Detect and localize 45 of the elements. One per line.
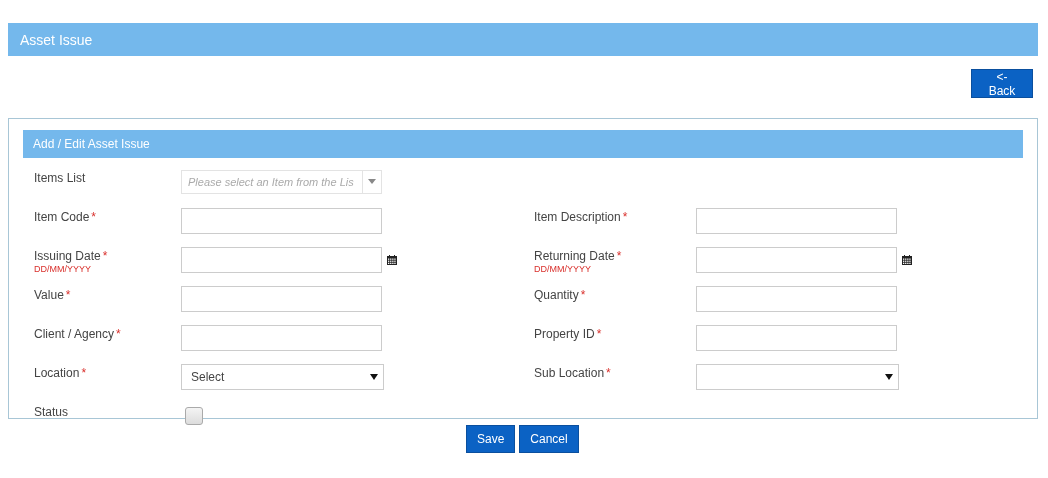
required-mark: * xyxy=(91,210,97,224)
select-dropdown[interactable] xyxy=(696,363,899,390)
field-label: Client / Agency xyxy=(34,327,115,341)
input-field[interactable] xyxy=(696,285,897,312)
field-label: Item Description xyxy=(534,210,621,224)
field-label: Issuing Date xyxy=(34,249,101,263)
select-dropdown[interactable]: Select xyxy=(181,363,384,390)
required-mark: * xyxy=(616,249,622,263)
input-field[interactable] xyxy=(696,324,897,351)
form-title: Add / Edit Asset Issue xyxy=(33,137,150,151)
field-label: Property ID xyxy=(534,327,595,341)
required-mark: * xyxy=(81,366,87,380)
required-mark: * xyxy=(580,288,586,302)
input-field[interactable] xyxy=(696,207,897,234)
status-checkbox[interactable] xyxy=(185,406,203,425)
required-mark: * xyxy=(606,366,611,380)
calendar-icon[interactable] xyxy=(902,254,912,265)
date-field[interactable] xyxy=(181,246,382,273)
date-format-hint: DD/MM/YYYY xyxy=(534,264,592,274)
field-label: Item Code xyxy=(34,210,90,224)
required-mark: * xyxy=(65,288,71,302)
input-field[interactable] xyxy=(181,285,382,312)
date-format-hint: DD/MM/YYYY xyxy=(34,264,92,274)
back-button[interactable]: <- Back xyxy=(971,69,1033,98)
action-button[interactable]: Save xyxy=(466,425,516,453)
caret-icon xyxy=(885,373,893,380)
field-label: Quantity xyxy=(534,288,579,302)
caret-icon xyxy=(370,373,378,380)
action-button[interactable]: Cancel xyxy=(519,425,579,453)
field-label: Status xyxy=(34,405,69,419)
caret-icon xyxy=(368,179,376,184)
calendar-icon[interactable] xyxy=(387,254,397,265)
required-mark: * xyxy=(102,249,108,263)
page-title: Asset Issue xyxy=(20,31,93,48)
required-mark: * xyxy=(596,327,602,341)
field-label: Location xyxy=(34,366,80,380)
field-label: Items List xyxy=(34,171,86,185)
input-field[interactable] xyxy=(181,207,382,234)
input-field[interactable] xyxy=(181,324,382,351)
field-label: Sub Location xyxy=(534,366,605,380)
field-label: Value xyxy=(34,288,64,302)
required-mark: * xyxy=(116,327,121,341)
field-label: Returning Date xyxy=(534,249,615,263)
required-mark: * xyxy=(622,210,628,224)
date-field[interactable] xyxy=(696,246,897,273)
